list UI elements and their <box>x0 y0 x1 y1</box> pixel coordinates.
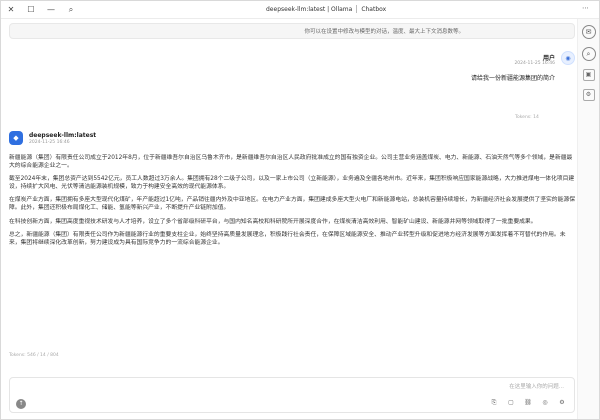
title-divider <box>356 5 358 13</box>
assistant-paragraph: 新疆能源（集团）有限责任公司成立于2012年8月，位于新疆维吾尔自治区乌鲁木齐市… <box>9 155 573 169</box>
message-input[interactable]: 在这里输入你的问题... ↑ ⎘ ▢ ⛓ ◎ ⚙ <box>9 377 575 413</box>
search-icon[interactable]: ⌕ <box>61 5 81 15</box>
web-icon[interactable]: ◎ <box>541 399 549 407</box>
model-title: deepseek-llm:latest | Ollama <box>266 5 353 13</box>
input-toolbar: ⎘ ▢ ⛓ ◎ ⚙ <box>490 399 566 407</box>
user-message: ◉ 用户 2024-11-25 16:46 请给我一份新疆能源集团的简介 <box>9 51 575 91</box>
settings-icon[interactable]: ⚙ <box>558 399 566 407</box>
app-window: ✕ ☐ — ⌕ deepseek-llm:latest | Ollama Cha… <box>0 0 600 420</box>
titlebar-right: ⋯ <box>582 4 589 12</box>
system-notice: 你可以在设置中修改与模型的对话，温度、最大上下文消息数等。 <box>9 23 575 39</box>
link-icon[interactable]: ⛓ <box>524 399 532 407</box>
assistant-avatar: ◆ <box>9 131 23 145</box>
titlebar: ✕ ☐ — ⌕ deepseek-llm:latest | Ollama Cha… <box>1 1 599 19</box>
token-count-top: Tokens: 14 <box>515 115 539 120</box>
assistant-time: 2024-11-25 16:46 <box>29 140 70 145</box>
assistant-body: 新疆能源（集团）有限责任公司成立于2012年8月，位于新疆维吾尔自治区乌鲁木齐市… <box>9 155 575 253</box>
window-title: deepseek-llm:latest | Ollama Chatbox <box>266 5 386 13</box>
assistant-paragraph: 在煤炭产业方面，集团拥有多座大型现代化煤矿，年产能超过1亿吨，产品销往疆内外及中… <box>9 197 575 211</box>
assistant-paragraph: 总之，新疆能源（集团）有限责任公司作为新疆能源行业的重要支柱企业，始终坚持高质量… <box>9 232 566 246</box>
image-upload-icon[interactable]: ▢ <box>507 399 515 407</box>
chat-icon[interactable]: ✉ <box>581 25 596 39</box>
window-controls: ✕ ☐ — ⌕ <box>1 1 81 19</box>
notice-text: 你可以在设置中修改与模型的对话，温度、最大上下文消息数等。 <box>304 29 464 35</box>
assistant-paragraph: 截至2024年末，集团总资产达到5542亿元，员工人数超过3万余人。集团拥有28… <box>9 176 575 190</box>
right-sidebar: ✉ ⌕ ▣ ⚙ <box>577 19 599 419</box>
user-time: 2024-11-25 16:46 <box>514 61 555 66</box>
close-icon[interactable]: ✕ <box>1 5 21 14</box>
user-text: 请给我一份新疆能源集团的简介 <box>470 75 555 82</box>
search-icon[interactable]: ⌕ <box>581 47 596 61</box>
more-icon[interactable]: ⋯ <box>582 4 589 12</box>
user-avatar: ◉ <box>561 51 575 65</box>
settings-icon[interactable]: ⚙ <box>582 89 595 101</box>
maximize-icon[interactable]: ☐ <box>21 5 41 14</box>
app-name: Chatbox <box>361 5 387 13</box>
image-icon[interactable]: ▣ <box>582 69 595 81</box>
send-icon[interactable]: ↑ <box>16 399 26 409</box>
assistant-paragraph: 在科技创新方面，集团高度重视技术研发与人才培养，设立了多个省部级科研平台，与国内… <box>9 218 537 225</box>
chat-area: 你可以在设置中修改与模型的对话，温度、最大上下文消息数等。 ◉ 用户 2024-… <box>9 23 575 415</box>
token-count-bottom: Tokens: 546 / 14 / 804 <box>9 353 59 358</box>
minimize-icon[interactable]: — <box>41 5 61 14</box>
input-placeholder: 在这里输入你的问题... <box>509 384 564 390</box>
assistant-name: deepseek-llm:latest <box>29 132 97 139</box>
attach-icon[interactable]: ⎘ <box>490 399 498 407</box>
